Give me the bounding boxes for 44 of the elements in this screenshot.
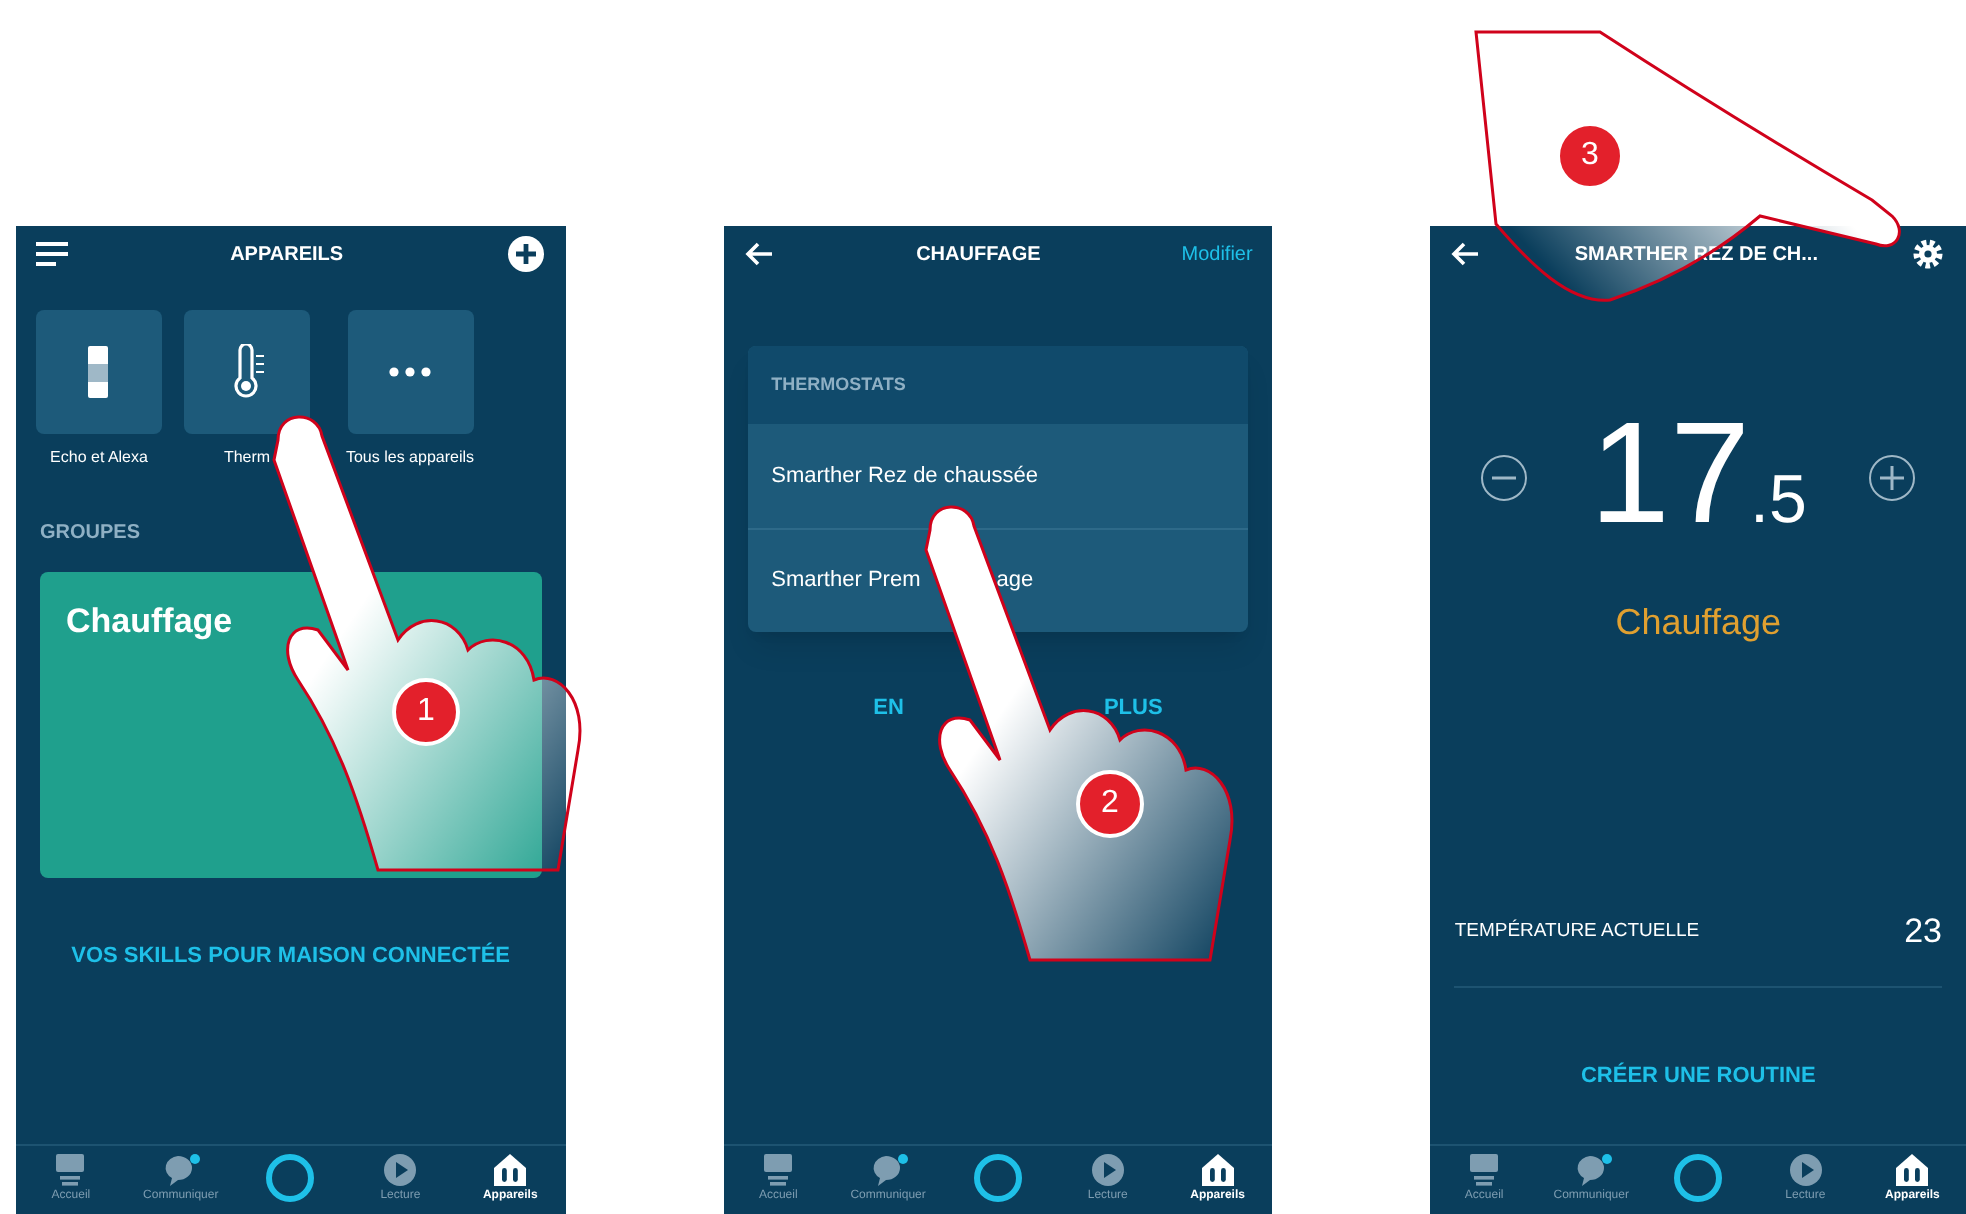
screen-title: CHAUFFAGE <box>916 241 1041 269</box>
setpoint-decimal: .5 <box>1750 460 1807 542</box>
more-link[interactable]: EN <box>873 692 904 725</box>
speaker-icon <box>760 1152 797 1188</box>
speaker-icon <box>52 1152 89 1188</box>
mode-label: Chauffage <box>1615 600 1782 646</box>
section-heading: GROUPES <box>40 520 143 548</box>
setpoint-value: 17 <box>1589 402 1751 546</box>
house-toggles-icon <box>1894 1152 1931 1188</box>
more-link[interactable]: PLUS <box>1103 692 1163 725</box>
tile-label: Tous les appareils <box>345 446 475 470</box>
back-arrow-icon[interactable] <box>743 240 776 268</box>
current-temperature-label: TEMPÉRATURE ACTUELLE <box>1454 917 1700 946</box>
more-icon <box>388 366 432 378</box>
tile-label: Echo et Alexa <box>50 446 148 470</box>
tile-label: Therm <box>223 446 271 470</box>
thermostat-name[interactable]: Smarther Prem <box>771 564 921 598</box>
chat-bubble-icon <box>1573 1152 1610 1188</box>
thermostat-name[interactable]: age <box>996 564 1034 598</box>
plus-circle-icon[interactable] <box>1867 453 1916 501</box>
play-icon <box>1787 1152 1824 1188</box>
menu-icon[interactable] <box>36 242 68 266</box>
house-toggles-icon <box>492 1152 529 1188</box>
settings-icon[interactable] <box>1909 236 1946 272</box>
add-icon[interactable] <box>505 234 546 274</box>
current-temperature-value: 23 <box>1904 910 1942 954</box>
alexa-ring-icon <box>971 1152 1024 1204</box>
back-arrow-icon[interactable] <box>1450 240 1483 268</box>
play-icon <box>382 1152 419 1188</box>
skills-link[interactable]: VOS SKILLS POUR MAISON CONNECTÉE <box>71 940 511 973</box>
speaker-icon <box>1466 1152 1503 1188</box>
minus-circle-icon[interactable] <box>1480 453 1529 501</box>
thermostat-name[interactable]: Smarther Rez de chaussée <box>771 459 1038 493</box>
play-icon <box>1089 1152 1126 1188</box>
routine-link[interactable]: CRÉER UNE ROUTINE <box>1580 1059 1816 1092</box>
house-toggles-icon <box>1199 1152 1236 1188</box>
alexa-ring-icon <box>1672 1152 1725 1204</box>
edit-link[interactable]: Modifier <box>1181 239 1253 269</box>
device-tile[interactable] <box>347 310 473 434</box>
screen-title: APPAREILS <box>230 241 344 269</box>
alexa-ring-icon <box>264 1152 317 1204</box>
list-heading: THERMOSTATS <box>771 371 906 398</box>
device-tile[interactable] <box>36 310 162 434</box>
device-tile[interactable] <box>184 310 310 434</box>
